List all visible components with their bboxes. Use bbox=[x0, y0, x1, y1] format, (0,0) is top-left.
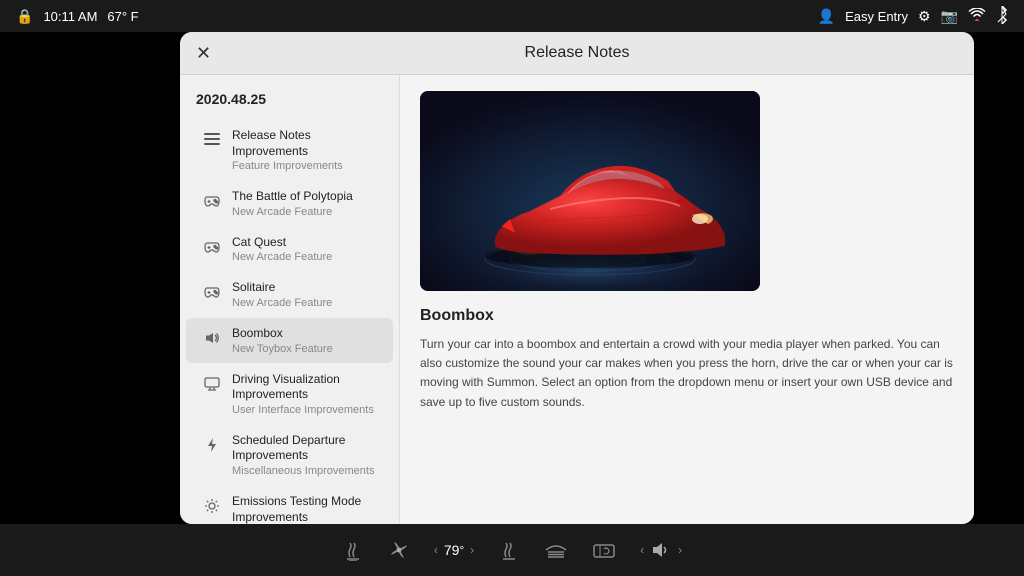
person-icon: 👤 bbox=[818, 8, 835, 25]
status-right: 👤 Easy Entry ⚙ 📷 bbox=[818, 6, 1008, 27]
sidebar-icon-scheduled-departure bbox=[202, 435, 222, 455]
sidebar-icon-emissions-testing bbox=[202, 496, 222, 516]
temp-value: 79° bbox=[444, 542, 464, 558]
sidebar-icon-cat-quest bbox=[202, 237, 222, 257]
sidebar-item-subtitle: New Arcade Feature bbox=[232, 251, 377, 263]
sidebar-text-scheduled-departure: Scheduled Departure ImprovementsMiscella… bbox=[232, 433, 377, 477]
time-display: 10:11 AM bbox=[43, 9, 97, 24]
sidebar-item-release-notes-improvements[interactable]: Release Notes ImprovementsFeature Improv… bbox=[186, 120, 393, 180]
temp-left-arrow[interactable]: ‹ bbox=[434, 543, 438, 557]
sidebar-text-release-notes-improvements: Release Notes ImprovementsFeature Improv… bbox=[232, 128, 377, 172]
wifi-icon bbox=[968, 8, 986, 25]
sidebar-item-battle-of-polytopia[interactable]: The Battle of PolytopiaNew Arcade Featur… bbox=[186, 181, 393, 226]
sidebar-item-scheduled-departure[interactable]: Scheduled Departure ImprovementsMiscella… bbox=[186, 425, 393, 485]
defrost-rear[interactable] bbox=[544, 540, 568, 560]
feature-description: Turn your car into a boombox and enterta… bbox=[420, 335, 954, 412]
sidebar-icon-battle-of-polytopia bbox=[202, 191, 222, 211]
panel-header: ✕ Release Notes bbox=[180, 32, 974, 75]
temp-display: 67° F bbox=[107, 9, 138, 24]
vol-left-arrow[interactable]: ‹ bbox=[640, 543, 644, 557]
close-button[interactable]: ✕ bbox=[196, 44, 211, 62]
sidebar-text-driving-visualization: Driving Visualization ImprovementsUser I… bbox=[232, 372, 377, 416]
sidebar-item-subtitle: Feature Improvements bbox=[232, 160, 377, 172]
feature-image bbox=[420, 91, 760, 291]
circ-air[interactable] bbox=[592, 539, 616, 561]
volume-control[interactable]: ‹ › bbox=[640, 540, 682, 560]
sidebar-item-subtitle: New Toybox Feature bbox=[232, 343, 377, 355]
sidebar-item-subtitle: User Interface Improvements bbox=[232, 404, 377, 416]
bottom-bar: ‹ 79° › ‹ › bbox=[0, 524, 1024, 576]
sidebar-text-battle-of-polytopia: The Battle of PolytopiaNew Arcade Featur… bbox=[232, 189, 377, 218]
sidebar-icon-release-notes-improvements bbox=[202, 130, 222, 150]
gear-icon[interactable]: ⚙ bbox=[918, 8, 931, 25]
seat-heat-right[interactable] bbox=[498, 539, 520, 561]
sidebar-icon-driving-visualization bbox=[202, 374, 222, 394]
sidebar-item-subtitle: New Arcade Feature bbox=[232, 297, 377, 309]
sidebar-icon-boombox bbox=[202, 328, 222, 348]
sidebar-item-cat-quest[interactable]: Cat QuestNew Arcade Feature bbox=[186, 227, 393, 272]
sidebar-text-emissions-testing: Emissions Testing Mode ImprovementsNew T… bbox=[232, 494, 377, 524]
sidebar-item-subtitle: Miscellaneous Improvements bbox=[232, 465, 377, 477]
vol-right-arrow[interactable]: › bbox=[678, 543, 682, 557]
main-panel: ✕ Release Notes 2020.48.25 Release Notes… bbox=[180, 32, 974, 524]
sidebar-item-title: Emissions Testing Mode Improvements bbox=[232, 494, 377, 524]
panel-content: 2020.48.25 Release Notes ImprovementsFea… bbox=[180, 75, 974, 524]
sidebar-item-title: Scheduled Departure Improvements bbox=[232, 433, 377, 464]
status-bar: 🔒 10:11 AM 67° F 👤 Easy Entry ⚙ 📷 bbox=[0, 0, 1024, 32]
temp-degree: ° bbox=[459, 544, 464, 557]
sidebar: 2020.48.25 Release Notes ImprovementsFea… bbox=[180, 75, 400, 524]
fan-control[interactable] bbox=[388, 539, 410, 561]
sidebar-text-solitaire: SolitaireNew Arcade Feature bbox=[232, 280, 377, 309]
sidebar-item-title: Cat Quest bbox=[232, 235, 377, 251]
sidebar-item-subtitle: New Arcade Feature bbox=[232, 206, 377, 218]
seat-heat-left[interactable] bbox=[342, 539, 364, 561]
temp-right-arrow[interactable]: › bbox=[470, 543, 474, 557]
easy-entry-label: Easy Entry bbox=[845, 9, 908, 24]
sidebar-item-emissions-testing[interactable]: Emissions Testing Mode ImprovementsNew T… bbox=[186, 486, 393, 524]
sidebar-item-title: Release Notes Improvements bbox=[232, 128, 377, 159]
sidebar-text-cat-quest: Cat QuestNew Arcade Feature bbox=[232, 235, 377, 264]
lock-icon: 🔒 bbox=[16, 8, 33, 25]
sidebar-item-driving-visualization[interactable]: Driving Visualization ImprovementsUser I… bbox=[186, 364, 393, 424]
main-content-area: Boombox Turn your car into a boombox and… bbox=[400, 75, 974, 524]
temp-control[interactable]: ‹ 79° › bbox=[434, 542, 474, 558]
sidebar-item-title: Driving Visualization Improvements bbox=[232, 372, 377, 403]
status-left: 🔒 10:11 AM 67° F bbox=[16, 8, 139, 25]
sidebar-icon-solitaire bbox=[202, 282, 222, 302]
panel-title: Release Notes bbox=[525, 44, 630, 62]
sidebar-text-boombox: BoomboxNew Toybox Feature bbox=[232, 326, 377, 355]
bluetooth-icon bbox=[996, 6, 1008, 27]
version-label: 2020.48.25 bbox=[180, 87, 399, 119]
sidebar-item-solitaire[interactable]: SolitaireNew Arcade Feature bbox=[186, 272, 393, 317]
sidebar-item-title: Boombox bbox=[232, 326, 377, 342]
sidebar-item-title: The Battle of Polytopia bbox=[232, 189, 377, 205]
feature-title: Boombox bbox=[420, 307, 954, 325]
camera-icon: 📷 bbox=[941, 8, 958, 25]
sidebar-item-boombox[interactable]: BoomboxNew Toybox Feature bbox=[186, 318, 393, 363]
sidebar-item-title: Solitaire bbox=[232, 280, 377, 296]
